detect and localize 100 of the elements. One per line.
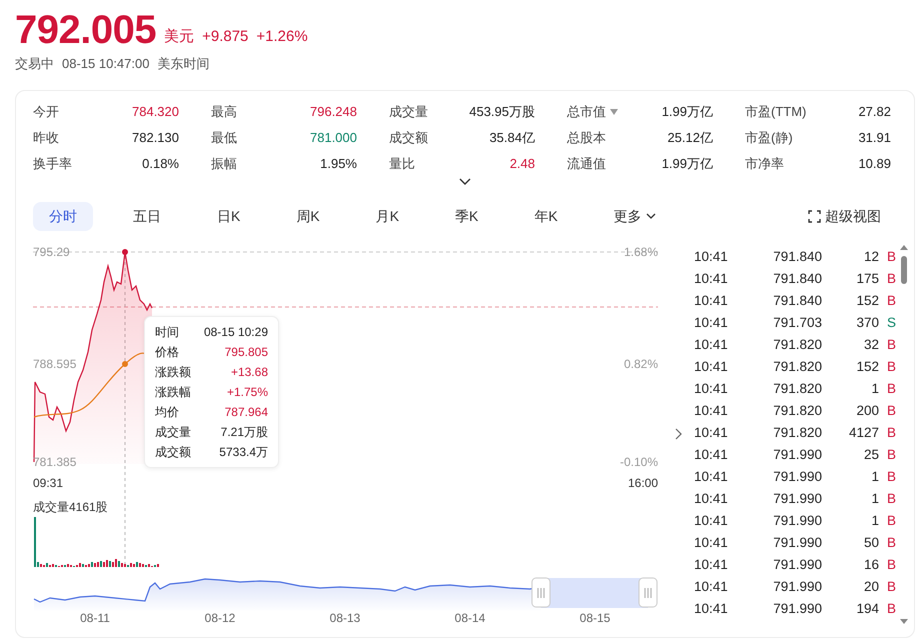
tooltip-value: 7.21万股 xyxy=(220,424,268,441)
stat-value: 453.95万股 xyxy=(469,102,535,121)
chart-tab[interactable]: 季K xyxy=(439,202,494,230)
trade-time: 10:41 xyxy=(694,292,729,310)
stat-value: 2.48 xyxy=(510,154,535,173)
trade-time: 10:41 xyxy=(694,402,729,420)
trading-status: 交易中 xyxy=(15,55,54,73)
chart-tab[interactable]: 更多 xyxy=(598,202,672,230)
trade-price: 791.840 xyxy=(772,292,822,310)
stat-label: 最低 xyxy=(211,128,237,147)
trade-time: 10:41 xyxy=(694,336,729,354)
chart-tab[interactable]: 五日 xyxy=(117,202,177,230)
date-axis-label: 08-12 xyxy=(204,611,236,625)
trade-volume: 1 xyxy=(870,380,879,398)
trade-time: 10:41 xyxy=(694,358,729,376)
tooltip-value: 795.805 xyxy=(224,344,268,361)
trade-side: B xyxy=(886,600,896,618)
percent-change: +1.26% xyxy=(256,26,308,46)
trade-time: 10:41 xyxy=(694,248,729,266)
stat-label: 昨收 xyxy=(33,128,59,147)
trade-side: B xyxy=(886,556,896,574)
stat-label: 总市值 xyxy=(567,102,606,121)
trade-side: B xyxy=(886,358,896,376)
chart-tab[interactable]: 周K xyxy=(280,202,336,230)
trade-side: B xyxy=(886,380,896,398)
stat-value: 27.82 xyxy=(858,102,891,121)
stat-value: 1.95% xyxy=(320,154,357,173)
stat-value: 10.89 xyxy=(858,154,891,173)
trade-volume: 12 xyxy=(862,248,879,266)
price-axis-label: 781.385 xyxy=(33,455,76,469)
trade-price: 791.820 xyxy=(772,424,822,442)
trade-side: B xyxy=(886,578,896,596)
trade-volume: 32 xyxy=(862,336,879,354)
range-handle[interactable] xyxy=(638,578,658,608)
trade-price: 791.990 xyxy=(772,512,822,530)
fullscreen-button[interactable]: 超级视图 xyxy=(792,202,897,230)
trade-price: 791.840 xyxy=(772,270,822,288)
date-axis-label: 08-14 xyxy=(454,611,486,625)
trade-price: 791.703 xyxy=(772,314,822,332)
trade-volume: 1 xyxy=(870,490,879,508)
trade-side: B xyxy=(886,534,896,552)
trade-side: B xyxy=(886,468,896,486)
tooltip-label: 时间 xyxy=(155,324,179,341)
trade-side: B xyxy=(886,292,896,310)
stat-label: 流通值 xyxy=(567,154,606,173)
tooltip-label: 价格 xyxy=(155,344,179,361)
range-handle[interactable] xyxy=(532,578,550,608)
stat-value: 35.84亿 xyxy=(489,128,535,147)
trade-volume: 16 xyxy=(862,556,879,574)
trade-side: B xyxy=(886,248,896,266)
trade-volume: 370 xyxy=(855,314,879,332)
stat-value: 784.320 xyxy=(132,102,179,121)
chart-tab[interactable]: 年K xyxy=(518,202,574,230)
price-axis-label: 788.595 xyxy=(33,357,76,371)
stat-label: 量比 xyxy=(389,154,415,173)
stat-value: 0.18% xyxy=(142,154,179,173)
trade-time: 10:41 xyxy=(694,270,729,288)
price-marker xyxy=(122,249,128,255)
trade-volume: 152 xyxy=(855,358,879,376)
chart-tab[interactable]: 月K xyxy=(360,202,416,230)
trade-side: S xyxy=(886,314,896,332)
stat-label: 总股本 xyxy=(567,128,606,147)
tooltip-label: 涨跌幅 xyxy=(155,384,191,401)
trade-price: 791.840 xyxy=(772,248,822,266)
stat-label: 换手率 xyxy=(33,154,72,173)
chevron-down-icon[interactable] xyxy=(459,178,471,186)
expand-icon xyxy=(808,210,821,222)
trade-price: 791.990 xyxy=(772,600,822,618)
trade-time: 10:41 xyxy=(694,556,729,574)
chevron-right-icon[interactable] xyxy=(675,428,682,440)
stat-label: 今开 xyxy=(33,102,59,121)
stat-value: 796.248 xyxy=(310,102,357,121)
trade-side: B xyxy=(886,490,896,508)
trade-side: B xyxy=(886,336,896,354)
percent-axis-label: 1.68% xyxy=(624,245,658,259)
tooltip-label: 均价 xyxy=(155,404,179,421)
trade-side: B xyxy=(886,424,896,442)
trade-time: 10:41 xyxy=(694,600,729,618)
price-change: +9.875 xyxy=(202,26,248,46)
trade-volume: 1 xyxy=(870,512,879,530)
trade-price: 791.820 xyxy=(772,402,822,420)
chart-tab[interactable]: 日K xyxy=(201,202,256,230)
stat-label: 市盈(静) xyxy=(745,128,793,147)
tooltip-value: 787.964 xyxy=(224,404,268,421)
trade-time: 10:41 xyxy=(694,424,729,442)
tooltip-label: 成交额 xyxy=(155,444,191,461)
trade-volume: 152 xyxy=(855,292,879,310)
trade-price: 791.990 xyxy=(772,446,822,464)
time-axis-label: 16:00 xyxy=(628,476,658,490)
trade-time: 10:41 xyxy=(694,380,729,398)
date-axis-label: 08-15 xyxy=(580,611,610,625)
stat-value: 25.12亿 xyxy=(667,128,713,147)
trade-price: 791.990 xyxy=(772,534,822,552)
stat-value: 781.000 xyxy=(310,128,357,147)
trade-volume: 175 xyxy=(855,270,879,288)
dropdown-triangle-icon[interactable] xyxy=(610,108,618,114)
price-axis-label: 795.29 xyxy=(33,245,70,259)
trade-volume: 200 xyxy=(855,402,879,420)
chart-tab[interactable]: 分时 xyxy=(33,202,93,230)
stat-label: 最高 xyxy=(211,102,237,121)
